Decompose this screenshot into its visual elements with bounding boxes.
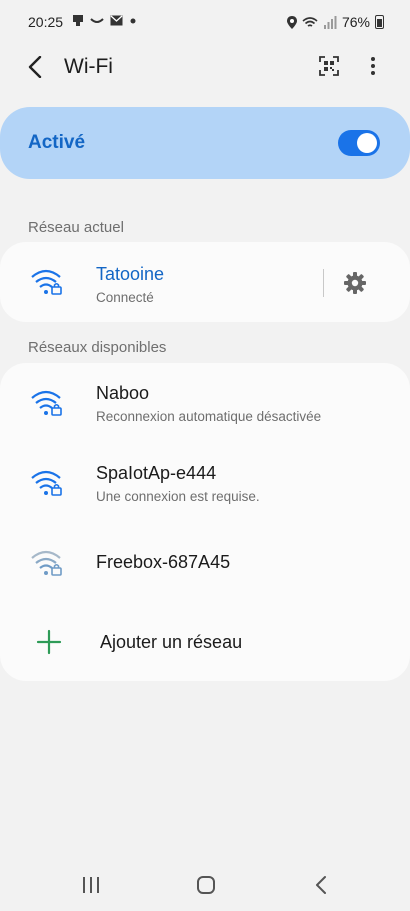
- location-icon: [286, 15, 297, 29]
- current-network-status: Connecté: [96, 290, 154, 305]
- home-button[interactable]: [186, 870, 226, 900]
- status-bar: 20:25 76%: [0, 0, 410, 44]
- home-icon: [197, 876, 215, 894]
- network-settings-button[interactable]: [340, 268, 370, 298]
- master-switch-label: Activé: [28, 132, 86, 153]
- dot-icon: [130, 18, 136, 23]
- available-networks-card: Naboo Reconnexion automatique désactivée…: [0, 363, 410, 681]
- status-right: 76%: [286, 14, 384, 30]
- network-subtitle: Une connexion est requise.: [96, 489, 260, 504]
- signal-icon: [323, 15, 337, 29]
- qr-code-button[interactable]: [316, 53, 342, 79]
- network-item-freebox[interactable]: Freebox-687A45: [0, 523, 410, 603]
- wifi-status-icon: [302, 16, 318, 27]
- current-network-name: Tatooine: [96, 264, 165, 284]
- current-network-card: Tatooine Connecté: [0, 242, 410, 322]
- back-button[interactable]: [20, 52, 50, 82]
- network-item-naboo[interactable]: Naboo Reconnexion automatique désactivée: [0, 363, 410, 443]
- wifi-master-switch-card[interactable]: Activé: [0, 107, 410, 179]
- battery-percent: 76%: [341, 14, 370, 30]
- network-name: Naboo: [96, 383, 150, 403]
- network-item-spaiotap[interactable]: SpaIotAp-e444 Une connexion est requise.: [0, 443, 410, 523]
- battery-icon: [375, 15, 384, 29]
- recent-apps-icon: [83, 877, 99, 893]
- network-name: SpaIotAp-e444: [96, 463, 217, 483]
- status-time: 20:25: [28, 14, 64, 30]
- wifi-secured-icon: [31, 470, 62, 496]
- nav-back-button[interactable]: [301, 870, 341, 900]
- divider: [323, 269, 324, 297]
- notification-icon: [73, 15, 83, 26]
- back-icon: [28, 56, 42, 78]
- current-network-section-label: Réseau actuel: [28, 219, 124, 236]
- toggle-knob: [357, 133, 377, 153]
- add-network-row[interactable]: Ajouter un réseau: [0, 603, 410, 681]
- wifi-toggle[interactable]: [338, 130, 380, 156]
- wifi-secured-icon: [31, 390, 62, 416]
- wifi-secured-icon: [31, 269, 62, 295]
- network-subtitle: Reconnexion automatique désactivée: [96, 409, 322, 424]
- qr-code-icon: [319, 56, 339, 76]
- more-options-icon: [371, 57, 375, 75]
- page-title: Wi-Fi: [64, 55, 113, 78]
- status-notification-icons: [72, 14, 137, 27]
- mail-icon: [110, 15, 123, 26]
- back-nav-icon: [316, 876, 326, 894]
- app-bar: Wi-Fi: [0, 44, 410, 90]
- recent-apps-button[interactable]: [71, 870, 111, 900]
- more-options-button[interactable]: [360, 53, 386, 79]
- wifi-weak-secured-icon: [31, 550, 62, 576]
- available-networks-section-label: Réseaux disponibles: [28, 339, 167, 356]
- add-network-label: Ajouter un réseau: [100, 632, 243, 652]
- current-network-row[interactable]: Tatooine Connecté: [0, 242, 410, 322]
- add-icon: [36, 629, 62, 655]
- gear-icon: [344, 272, 366, 294]
- voicemail-icon: [90, 17, 104, 23]
- network-name: Freebox-687A45: [96, 552, 231, 572]
- navigation-bar: [0, 860, 410, 910]
